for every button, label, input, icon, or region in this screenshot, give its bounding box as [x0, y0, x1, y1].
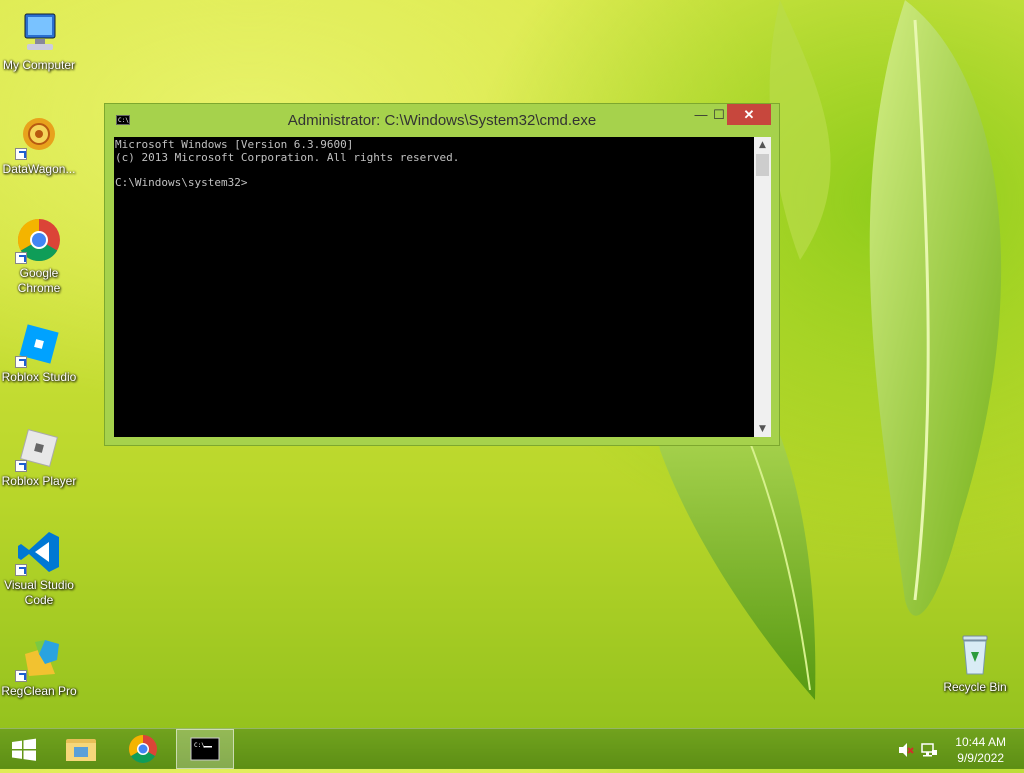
windows-logo-icon — [12, 738, 36, 761]
taskbar: C:\ 10:44 AM 9/9/2022 — [0, 728, 1024, 769]
start-button[interactable] — [0, 729, 48, 769]
cmd-window[interactable]: C:\ Administrator: C:\Windows\System32\c… — [104, 103, 780, 446]
datawagon-icon — [15, 112, 63, 160]
taskbar-cmd[interactable]: C:\ — [176, 729, 234, 769]
desktop-icon-label: My Computer — [2, 58, 76, 72]
shortcut-arrow-icon — [15, 564, 27, 576]
desktop-icon-recycle-bin[interactable]: Recycle Bin — [936, 630, 1014, 695]
desktop-icon-label: Recycle Bin — [943, 680, 1007, 694]
close-button[interactable]: ✕ — [727, 104, 771, 125]
computer-icon — [15, 8, 63, 56]
shortcut-arrow-icon — [15, 670, 27, 682]
desktop-icon-regclean-pro[interactable]: RegClean Pro — [0, 634, 78, 699]
desktop-icon-vscode[interactable]: Visual Studio Code — [0, 528, 78, 608]
desktop-icon-label: DataWagon... — [2, 162, 76, 176]
chrome-icon — [129, 735, 157, 763]
roblox-studio-icon — [15, 320, 63, 368]
svg-text:C:\: C:\ — [194, 742, 205, 749]
recycle-bin-icon — [951, 630, 999, 678]
vertical-scrollbar[interactable]: ▲ ▼ — [754, 137, 771, 437]
window-title: Administrator: C:\Windows\System32\cmd.e… — [287, 112, 597, 129]
shortcut-arrow-icon — [15, 356, 27, 368]
folder-icon — [66, 739, 96, 761]
chrome-icon — [15, 216, 63, 264]
scroll-down-arrow-icon[interactable]: ▼ — [754, 421, 771, 437]
taskbar-file-explorer[interactable] — [52, 729, 110, 769]
desktop-icon-label: Google Chrome — [17, 266, 61, 295]
shortcut-arrow-icon — [15, 460, 27, 472]
title-bar[interactable]: C:\ Administrator: C:\Windows\System32\c… — [105, 104, 779, 137]
desktop-icon-datawagon[interactable]: DataWagon... — [0, 112, 78, 177]
regclean-icon — [15, 634, 63, 682]
scroll-up-arrow-icon[interactable]: ▲ — [754, 137, 771, 153]
scrollbar-thumb[interactable] — [756, 154, 769, 176]
desktop-icon-google-chrome[interactable]: Google Chrome — [0, 216, 78, 296]
network-icon[interactable] — [920, 741, 938, 759]
desktop-icon-roblox-player[interactable]: Roblox Player — [0, 424, 78, 489]
clock-date: 9/9/2022 — [957, 751, 1004, 765]
shortcut-arrow-icon — [15, 252, 27, 264]
desktop-icon-my-computer[interactable]: My Computer — [0, 8, 78, 73]
speaker-muted-icon[interactable] — [896, 741, 914, 759]
clock-time: 10:44 AM — [955, 735, 1006, 749]
desktop-icon-label: Roblox Player — [1, 474, 77, 488]
cmd-icon: C:\ — [190, 737, 220, 761]
roblox-player-icon — [15, 424, 63, 472]
desktop-icon-roblox-studio[interactable]: Roblox Studio — [0, 320, 78, 385]
taskbar-chrome[interactable] — [114, 729, 172, 769]
clock[interactable]: 10:44 AM 9/9/2022 — [955, 734, 1006, 766]
shortcut-arrow-icon — [15, 148, 27, 160]
console-output[interactable]: Microsoft Windows [Version 6.3.9600] (c)… — [114, 137, 754, 437]
desktop-icon-label: Visual Studio Code — [4, 578, 74, 607]
desktop-icon-label: Roblox Studio — [1, 370, 77, 384]
vscode-icon — [15, 528, 63, 576]
desktop-icon-label: RegClean Pro — [1, 684, 77, 698]
